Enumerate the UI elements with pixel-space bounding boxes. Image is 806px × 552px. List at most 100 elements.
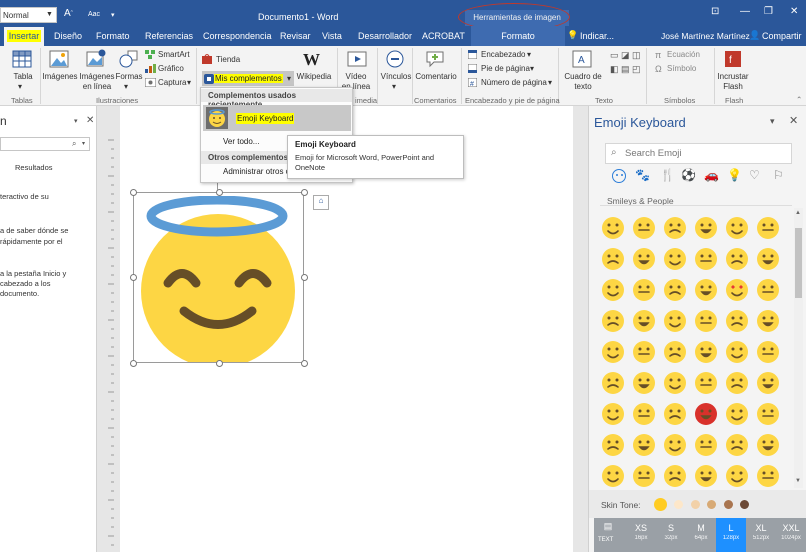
abc-change-case-icon[interactable]: Aac (88, 11, 100, 18)
resize-handle[interactable] (301, 189, 308, 196)
category-objects-icon[interactable]: 💡 (727, 168, 742, 182)
table-icon[interactable] (12, 50, 32, 68)
emoji-item[interactable] (601, 216, 625, 240)
emoji-item[interactable] (663, 278, 687, 302)
resize-handle[interactable] (130, 189, 137, 196)
text-size-icon[interactable]: ▤ (598, 521, 618, 531)
imagenes-en-linea-button[interactable]: Imágenes en línea (79, 72, 115, 92)
emoji-item[interactable] (725, 402, 749, 426)
emoji-item[interactable] (756, 433, 780, 457)
emoji-item[interactable] (694, 464, 718, 488)
comentario-button[interactable]: Comentario (413, 72, 459, 82)
emoji-item[interactable] (632, 278, 656, 302)
emoji-item[interactable] (694, 371, 718, 395)
store-icon[interactable] (202, 54, 212, 64)
emoji-item[interactable] (725, 433, 749, 457)
emoji-item[interactable] (663, 433, 687, 457)
size-option-xl[interactable]: XL 512px (746, 518, 776, 552)
tab-insertar[interactable]: Insertar (4, 27, 44, 46)
page-number-icon[interactable]: # (468, 78, 477, 87)
resize-handle[interactable] (130, 274, 137, 281)
emoji-item[interactable] (756, 309, 780, 333)
ribbon-options-icon[interactable]: ⊡ (711, 6, 719, 17)
emoji-item[interactable] (632, 402, 656, 426)
tabla-button[interactable]: Tabla (9, 72, 37, 82)
size-option-xxl[interactable]: XXL 1024px (776, 518, 806, 552)
emoji-item[interactable] (694, 402, 718, 426)
emoji-item[interactable] (632, 433, 656, 457)
chevron-down-icon[interactable]: ▾ (187, 78, 191, 88)
chevron-down-icon[interactable]: ▼ (46, 11, 53, 18)
share-icon[interactable]: 👤 (749, 30, 760, 41)
emoji-item[interactable] (663, 340, 687, 364)
tell-me-box[interactable]: Indicar... (580, 31, 614, 41)
emoji-item[interactable] (725, 278, 749, 302)
emoji-item[interactable] (756, 216, 780, 240)
scroll-up-icon[interactable]: ▲ (795, 210, 801, 216)
shapes-icon[interactable] (119, 49, 139, 69)
tab-revisar[interactable]: Revisar (280, 31, 311, 41)
emoji-item[interactable] (756, 247, 780, 271)
chevron-down-icon[interactable]: ▾ (82, 140, 85, 147)
emoji-item[interactable] (694, 247, 718, 271)
qat-dropdown-icon[interactable]: ▾ (111, 11, 115, 19)
restore-icon[interactable]: ❐ (764, 6, 773, 17)
emoji-item[interactable] (756, 278, 780, 302)
font-size-up-icon[interactable]: Aˆ (64, 8, 73, 19)
emoji-item[interactable] (663, 247, 687, 271)
nav-tab-results[interactable]: Resultados (15, 163, 109, 173)
flash-icon[interactable]: f (724, 50, 742, 68)
smartart-button[interactable]: SmartArt (158, 50, 190, 60)
size-option-m[interactable]: M 64px (686, 518, 716, 552)
link-icon[interactable] (385, 49, 405, 69)
cuadro-de-texto-button[interactable]: Cuadro de texto (561, 72, 605, 92)
chevron-down-icon[interactable]: ▾ (548, 78, 552, 88)
emoji-item[interactable] (694, 309, 718, 333)
screenshot-icon[interactable] (145, 78, 156, 87)
close-icon[interactable]: ✕ (86, 115, 94, 126)
chevron-down-icon[interactable]: ▾ (527, 50, 531, 60)
emoji-item[interactable] (632, 464, 656, 488)
emoji-item[interactable] (601, 464, 625, 488)
incrustar-flash-button[interactable]: Incrustar Flash (716, 72, 750, 92)
emoji-item[interactable] (756, 464, 780, 488)
category-activity-icon[interactable]: ⚽ (681, 168, 696, 182)
resize-handle[interactable] (301, 274, 308, 281)
emoji-item[interactable] (663, 216, 687, 240)
category-symbols-icon[interactable]: ♡ (749, 168, 760, 182)
search-icon[interactable]: ⌕ (72, 139, 76, 149)
emoji-item[interactable] (601, 371, 625, 395)
tab-vista[interactable]: Vista (322, 31, 342, 41)
emoji-item[interactable] (632, 340, 656, 364)
numero-de-pagina-button[interactable]: Número de página (481, 78, 547, 88)
tab-referencias[interactable]: Referencias (145, 31, 193, 41)
size-option-xs[interactable]: XS 16px (626, 518, 656, 552)
emoji-item[interactable] (725, 309, 749, 333)
emoji-item[interactable] (601, 402, 625, 426)
chevron-down-icon[interactable]: ▾ (287, 74, 291, 84)
layout-options-icon[interactable]: ⌂ (313, 195, 329, 210)
menu-item-ver-todo[interactable]: Ver todo... (223, 137, 259, 146)
simbolo-button[interactable]: Símbolo (667, 64, 696, 74)
chevron-down-icon[interactable]: ▾ (18, 82, 22, 92)
share-button[interactable]: Compartir (762, 31, 802, 41)
resize-handle[interactable] (216, 189, 223, 196)
emoji-item[interactable] (632, 371, 656, 395)
chart-icon[interactable] (145, 64, 156, 73)
emoji-item[interactable] (663, 309, 687, 333)
smartart-icon[interactable] (145, 50, 156, 59)
emoji-item[interactable] (694, 433, 718, 457)
collapse-ribbon-icon[interactable]: ⌃ (796, 95, 802, 104)
online-pictures-icon[interactable] (86, 49, 106, 69)
header-icon[interactable] (468, 50, 477, 59)
emoji-item[interactable] (601, 433, 625, 457)
nav-search-input[interactable] (0, 137, 90, 151)
picture-icon[interactable] (49, 50, 69, 68)
addins-icon[interactable] (204, 74, 214, 84)
emoji-item[interactable] (725, 216, 749, 240)
encabezado-button[interactable]: Encabezado (481, 50, 525, 60)
tab-formato-imagen[interactable]: Formato (471, 26, 565, 46)
captura-button[interactable]: Captura (158, 78, 186, 88)
tab-acrobat[interactable]: ACROBAT (422, 31, 465, 41)
category-flags-icon[interactable]: ⚐ (773, 168, 784, 182)
